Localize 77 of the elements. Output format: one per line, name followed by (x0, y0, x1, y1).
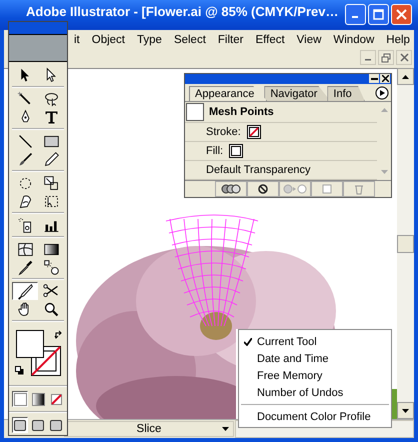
menu-item[interactable]: Object (86, 34, 131, 46)
menu-item[interactable]: View (290, 34, 328, 46)
toolbox-title-bar[interactable] (9, 22, 67, 35)
photo-placeholder (9, 35, 67, 62)
close-icon (396, 9, 407, 20)
circles-icon (220, 184, 242, 194)
menu-item[interactable]: Window (327, 34, 380, 46)
status-dropdown[interactable]: Slice (64, 421, 234, 437)
close-icon (382, 75, 388, 82)
scroll-down-button[interactable] (397, 402, 414, 419)
menu-item[interactable]: Effect (249, 34, 291, 46)
clear-button[interactable] (247, 181, 279, 197)
menu-item[interactable]: Date and Time (239, 350, 391, 367)
restore-icon (381, 52, 391, 62)
menu-item[interactable]: Document Color Profile (239, 408, 391, 425)
down-arrow-icon (402, 408, 409, 412)
dropdown-arrow-icon (222, 427, 229, 431)
menu-item[interactable]: Free Memory (239, 367, 391, 384)
panel-tab[interactable]: Appearance (189, 86, 268, 101)
default-colors-icon[interactable] (15, 366, 24, 375)
minimize-button[interactable] (360, 50, 376, 65)
new-page-icon (322, 184, 332, 194)
type-icon (42, 108, 60, 126)
play-circle-icon (375, 86, 389, 100)
scissors-icon (42, 282, 60, 300)
maximize-button[interactable] (368, 4, 389, 25)
gradient-button[interactable] (30, 391, 46, 407)
attribute-label: Default Transparency (206, 164, 311, 176)
menu-item[interactable]: Help (380, 34, 416, 46)
menu-item[interactable]: Select (168, 34, 212, 46)
attribute-label: Fill: (206, 145, 224, 157)
prohibited-icon (258, 184, 268, 194)
blend-icon (42, 258, 60, 276)
fill-swatch[interactable] (16, 330, 44, 358)
menu-item[interactable]: Type (131, 34, 168, 46)
duplicate-button[interactable] (215, 181, 247, 197)
scale-icon (42, 174, 60, 192)
eyedropper-icon (16, 258, 34, 276)
menu-item[interactable]: Current Tool (239, 333, 391, 350)
pencil-icon (42, 150, 60, 168)
panel-tab[interactable]: Info (327, 86, 365, 101)
fill-swatch[interactable] (229, 144, 244, 158)
screen-mode-button[interactable] (48, 417, 64, 433)
menu-item[interactable]: Number of Undos (239, 384, 391, 401)
line-icon (16, 132, 34, 150)
spray-can-icon (16, 216, 34, 234)
checkmark-icon (244, 338, 252, 346)
menu-item[interactable]: it (68, 34, 86, 46)
brush-icon (16, 150, 34, 168)
minimize-icon (370, 75, 378, 82)
close-button[interactable] (380, 74, 390, 83)
reduce-icon (283, 184, 307, 194)
collapse-button[interactable] (369, 74, 379, 83)
knife-icon (16, 282, 34, 300)
vertical-scrollbar[interactable] (397, 68, 414, 419)
up-arrow-icon (402, 74, 409, 78)
object-type-label: Mesh Points (209, 106, 274, 118)
screen-mode-button[interactable] (30, 417, 46, 433)
panel-menu-button[interactable] (375, 86, 389, 100)
trash-icon (354, 184, 364, 194)
scroll-up-button[interactable] (397, 68, 414, 85)
lasso-icon (42, 90, 60, 108)
close-icon (400, 53, 408, 62)
magnifier-icon (42, 300, 60, 318)
window-title: Adobe Illustrator - [Flower.ai @ 85% (CMYK/Prev… (26, 4, 340, 19)
maximize-icon (373, 9, 384, 20)
scroll-thumb[interactable] (397, 234, 414, 252)
restore-button[interactable] (378, 50, 394, 65)
knife-tool-button[interactable] (12, 282, 38, 300)
menu-item[interactable]: Filter (212, 34, 250, 46)
stroke-none-swatch[interactable] (246, 125, 261, 139)
mesh-icon (16, 240, 34, 258)
attribute-label: Stroke: (206, 126, 241, 138)
color-button[interactable] (12, 391, 28, 407)
none-button[interactable] (48, 391, 64, 407)
swap-arrow-icon[interactable] (54, 330, 64, 340)
screen-mode-button[interactable] (12, 417, 28, 433)
